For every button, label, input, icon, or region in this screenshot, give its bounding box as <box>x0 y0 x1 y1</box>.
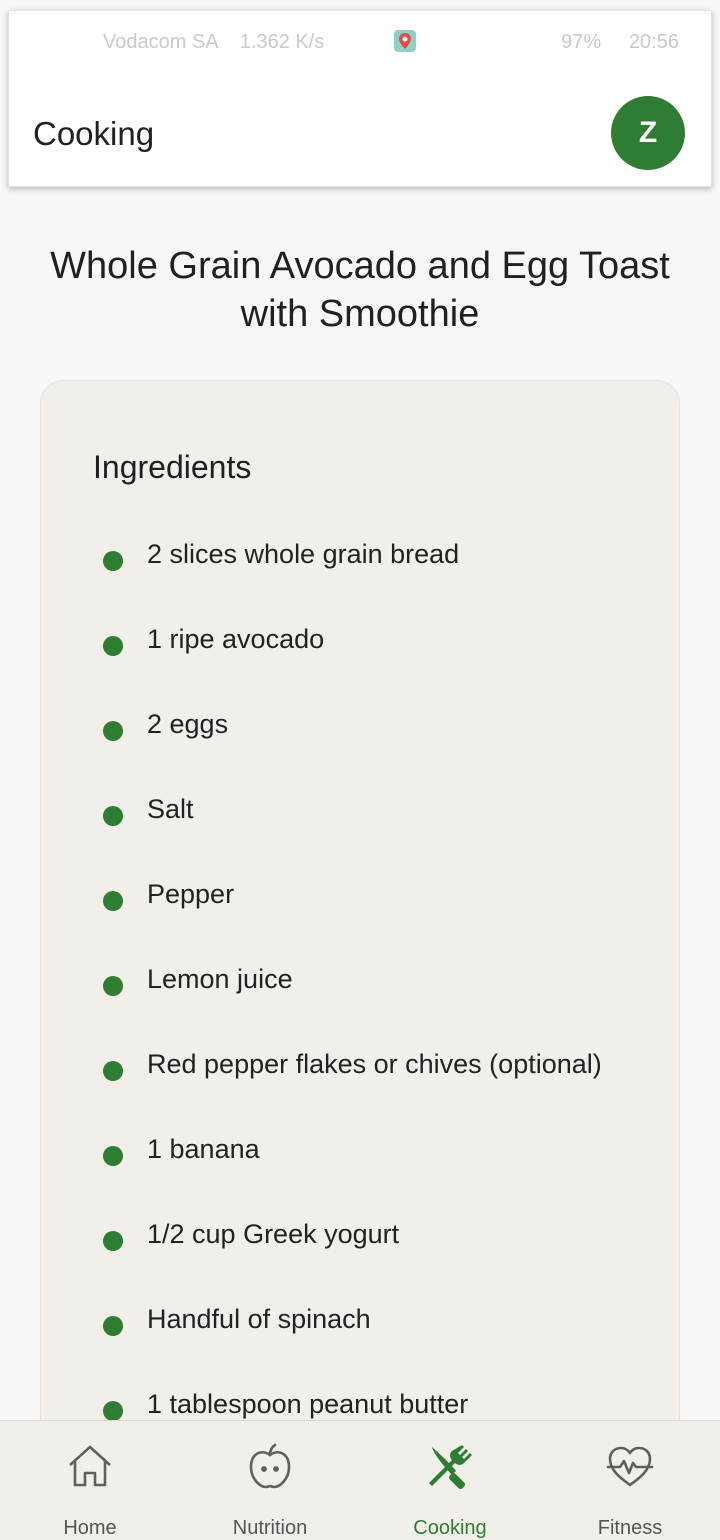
ingredient-text: 1 banana <box>147 1134 260 1164</box>
list-item: 2 slices whole grain bread <box>103 539 602 624</box>
battery-text: 97% <box>561 31 602 53</box>
avatar[interactable]: Z <box>611 96 685 170</box>
ingredient-list: 2 slices whole grain bread 1 ripe avocad… <box>103 539 602 1474</box>
status-right: 97% 20:56 <box>561 31 679 54</box>
bullet-icon <box>103 806 123 826</box>
carrier-text: Vodacom SA <box>103 31 218 53</box>
bullet-icon <box>103 976 123 996</box>
bullet-icon <box>103 1401 123 1421</box>
bullet-icon <box>103 1146 123 1166</box>
recipe-title: Whole Grain Avocado and Egg Toast with S… <box>50 245 670 335</box>
list-item: 2 eggs <box>103 709 602 794</box>
network-speed: 1.362 K/s <box>239 31 325 53</box>
ingredient-text: 2 eggs <box>147 709 229 739</box>
list-item: Lemon juice <box>103 964 602 1049</box>
bullet-icon <box>103 1061 123 1081</box>
apple-icon <box>249 1443 291 1489</box>
bullet-icon <box>103 1316 123 1336</box>
list-item: Red pepper flakes or chives (optional) <box>103 1049 602 1134</box>
bullet-icon <box>103 891 123 911</box>
status-bar: Vodacom SA 1.362 K/s 97% 20:56 <box>9 29 711 59</box>
bullet-icon <box>103 551 123 571</box>
bullet-icon <box>103 636 123 656</box>
ingredient-text: Handful of spinach <box>147 1304 371 1334</box>
list-item: Pepper <box>103 879 602 964</box>
nav-label-fitness: Fitness <box>597 1517 663 1539</box>
nav-label-home: Home <box>63 1517 117 1539</box>
bullet-icon <box>103 721 123 741</box>
ingredient-text: 1 ripe avocado <box>147 624 325 654</box>
time-text: 20:56 <box>628 31 679 53</box>
list-item: 1 banana <box>103 1134 602 1219</box>
list-item: Handful of spinach <box>103 1304 602 1389</box>
ingredient-text: Pepper <box>147 879 235 909</box>
ingredient-text: Lemon juice <box>147 964 293 994</box>
maps-notification-icon <box>394 30 416 52</box>
nav-label-nutrition: Nutrition <box>232 1517 308 1539</box>
ingredients-card: Ingredients 2 slices whole grain bread 1… <box>40 380 680 1480</box>
list-item: Salt <box>103 794 602 879</box>
ingredients-heading: Ingredients <box>93 449 252 485</box>
list-item: 1 ripe avocado <box>103 624 602 709</box>
ingredient-text: 1 tablespoon peanut butter <box>147 1389 469 1419</box>
app-bar: Vodacom SA 1.362 K/s 97% 20:56 Cooking Z <box>8 10 712 187</box>
nav-item-home[interactable]: Home <box>0 1421 180 1540</box>
fork-knife-icon <box>429 1445 472 1489</box>
nav-label-cooking: Cooking <box>413 1517 487 1539</box>
heart-pulse-icon <box>606 1446 654 1487</box>
nav-item-cooking[interactable]: Cooking <box>360 1421 540 1540</box>
ingredient-text: 1/2 cup Greek yogurt <box>147 1219 400 1249</box>
nav-item-nutrition[interactable]: Nutrition <box>180 1421 360 1540</box>
bottom-nav: Home Nutrition Cooking Fitness <box>0 1420 720 1540</box>
status-left: Vodacom SA 1.362 K/s <box>103 31 324 54</box>
ingredient-text: Salt <box>147 794 194 824</box>
nav-item-fitness[interactable]: Fitness <box>540 1421 720 1540</box>
bullet-icon <box>103 1231 123 1251</box>
ingredient-text: 2 slices whole grain bread <box>147 539 460 569</box>
list-item: 1/2 cup Greek yogurt <box>103 1219 602 1304</box>
home-icon <box>69 1445 111 1487</box>
page-title: Cooking <box>33 115 155 152</box>
ingredient-text: Red pepper flakes or chives (optional) <box>147 1049 602 1079</box>
